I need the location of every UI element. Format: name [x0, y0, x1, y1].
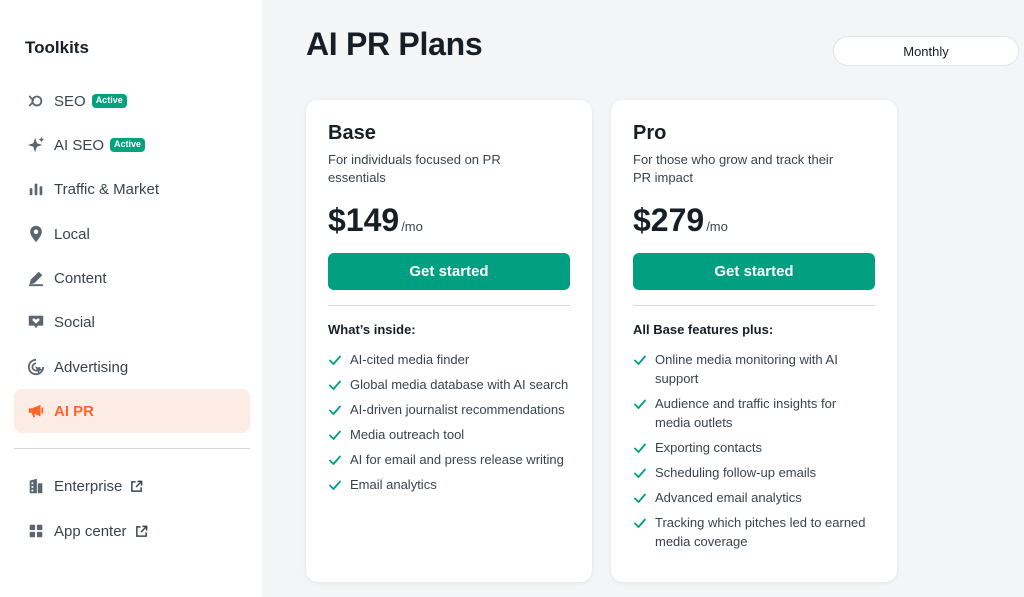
- billing-period-label: Monthly: [903, 43, 949, 59]
- feature-text: AI-cited media finder: [350, 352, 470, 367]
- sidebar-item-label: SEO: [54, 92, 86, 110]
- pen-icon: [26, 268, 46, 288]
- price-unit: /mo: [401, 219, 423, 234]
- external-link-icon: [130, 480, 143, 493]
- plan-price: $149 /mo: [328, 202, 423, 239]
- list-item: Scheduling follow-up emails: [633, 463, 875, 482]
- features-title: What’s inside:: [328, 322, 416, 337]
- list-item: AI-cited media finder: [328, 350, 570, 369]
- feature-list: AI-cited media finder Global media datab…: [328, 350, 570, 500]
- sidebar-item-label: Advertising: [54, 358, 129, 376]
- sidebar-item-local[interactable]: Local: [14, 212, 250, 256]
- building-icon: [26, 476, 46, 496]
- card-divider: [633, 305, 875, 306]
- page-title: AI PR Plans: [306, 26, 483, 62]
- list-item: Tracking which pitches led to earned med…: [633, 513, 875, 551]
- list-item: Audience and traffic insights for media …: [633, 394, 875, 432]
- sidebar-title: Toolkits: [25, 38, 89, 57]
- sidebar-item-app-center[interactable]: App center: [14, 509, 250, 553]
- card-divider: [328, 305, 570, 306]
- feature-text: AI-driven journalist recommendations: [350, 402, 565, 417]
- bar-chart-icon: [26, 179, 46, 199]
- plan-price: $279 /mo: [633, 202, 728, 239]
- price-amount: $149: [328, 202, 400, 238]
- list-item: AI for email and press release writing: [328, 450, 570, 469]
- sidebar-item-label: Enterprise: [54, 477, 123, 495]
- list-item: Exporting contacts: [633, 438, 875, 457]
- plan-name: Pro: [633, 122, 667, 144]
- list-item: Advanced email analytics: [633, 488, 875, 507]
- feature-text: Advanced email analytics: [655, 490, 802, 505]
- sidebar-item-seo[interactable]: SEO Active: [14, 79, 250, 123]
- sidebar-item-label: Local: [54, 225, 90, 243]
- external-link-icon: [135, 525, 148, 538]
- check-icon: [633, 397, 647, 411]
- sidebar: Toolkits SEO Active AI SEO Active Traffi…: [0, 0, 262, 597]
- grid-icon: [26, 521, 46, 541]
- feature-text: Global media database with AI search: [350, 377, 569, 392]
- sidebar-item-label: Content: [54, 269, 107, 287]
- sparkle-icon: [26, 135, 46, 155]
- map-pin-icon: [26, 224, 46, 244]
- sidebar-item-advertising[interactable]: Advertising: [14, 345, 250, 389]
- check-icon: [328, 403, 342, 417]
- feature-list: Online media monitoring with AI support …: [633, 350, 875, 557]
- megaphone-icon: [26, 401, 46, 421]
- feature-text: Email analytics: [350, 477, 437, 492]
- seo-icon: [26, 91, 46, 111]
- list-item: Media outreach tool: [328, 425, 570, 444]
- list-item: Online media monitoring with AI support: [633, 350, 875, 388]
- check-icon: [633, 441, 647, 455]
- list-item: AI-driven journalist recommendations: [328, 400, 570, 419]
- sidebar-item-label: AI PR: [54, 402, 95, 420]
- price-amount: $279: [633, 202, 705, 238]
- sidebar-item-label: Traffic & Market: [54, 180, 160, 198]
- get-started-button[interactable]: Get started: [328, 253, 570, 290]
- list-item: Email analytics: [328, 475, 570, 494]
- sidebar-item-enterprise[interactable]: Enterprise: [14, 464, 250, 508]
- plan-description: For individuals focused on PR essentials: [328, 152, 501, 185]
- sidebar-divider: [14, 448, 250, 449]
- feature-text: Audience and traffic insights for media …: [655, 396, 837, 430]
- check-icon: [633, 466, 647, 480]
- sidebar-item-social[interactable]: Social: [14, 300, 250, 344]
- plan-description: For those who grow and track their PR im…: [633, 152, 834, 185]
- get-started-button[interactable]: Get started: [633, 253, 875, 290]
- sidebar-item-label: Social: [54, 313, 95, 331]
- check-icon: [633, 353, 647, 367]
- chat-heart-icon: [26, 312, 46, 332]
- check-icon: [328, 453, 342, 467]
- status-badge: Active: [110, 138, 146, 152]
- features-title: All Base features plus:: [633, 322, 774, 337]
- target-cursor-icon: [26, 357, 46, 377]
- plan-name: Base: [328, 122, 376, 144]
- feature-text: Online media monitoring with AI support: [655, 352, 838, 386]
- status-badge: Active: [91, 94, 127, 108]
- plan-card-pro: Pro For those who grow and track their P…: [611, 100, 897, 582]
- sidebar-item-content[interactable]: Content: [14, 256, 250, 300]
- feature-text: Exporting contacts: [655, 440, 762, 455]
- sidebar-item-ai-pr[interactable]: AI PR: [14, 389, 250, 433]
- check-icon: [328, 378, 342, 392]
- price-unit: /mo: [706, 219, 728, 234]
- feature-text: AI for email and press release writing: [350, 452, 564, 467]
- check-icon: [633, 491, 647, 505]
- feature-text: Media outreach tool: [350, 427, 465, 442]
- check-icon: [328, 353, 342, 367]
- check-icon: [633, 516, 647, 530]
- sidebar-item-traffic-market[interactable]: Traffic & Market: [14, 167, 250, 211]
- feature-text: Scheduling follow-up emails: [655, 465, 817, 480]
- main-content: AI PR Plans Monthly Base For individuals…: [262, 0, 1024, 597]
- sidebar-item-ai-seo[interactable]: AI SEO Active: [14, 123, 250, 167]
- sidebar-item-label: AI SEO: [54, 136, 105, 154]
- feature-text: Tracking which pitches led to earned med…: [655, 515, 866, 549]
- billing-period-toggle[interactable]: Monthly: [834, 37, 1018, 65]
- plan-card-base: Base For individuals focused on PR essen…: [306, 100, 592, 582]
- sidebar-item-label: App center: [54, 522, 127, 540]
- list-item: Global media database with AI search: [328, 375, 570, 394]
- check-icon: [328, 478, 342, 492]
- check-icon: [328, 428, 342, 442]
